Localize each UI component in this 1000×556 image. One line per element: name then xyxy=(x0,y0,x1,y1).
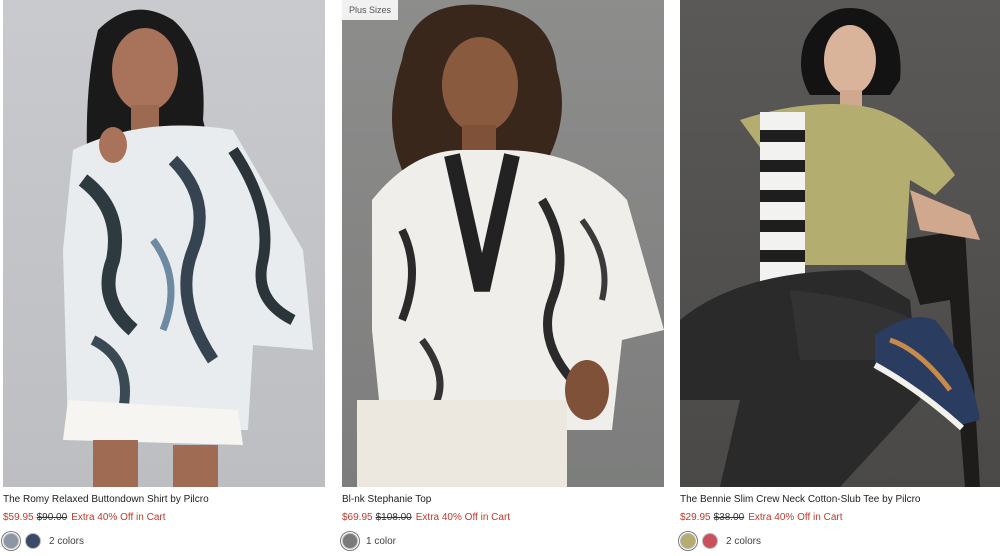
product-title[interactable]: The Romy Relaxed Buttondown Shirt by Pil… xyxy=(3,494,209,505)
product-image[interactable] xyxy=(3,0,325,487)
product-card[interactable]: The Romy Relaxed Buttondown Shirt by Pil… xyxy=(3,0,325,549)
product-price: $59.95 $90.00 Extra 40% Off in Cart xyxy=(3,512,165,523)
color-swatches: 2 colors xyxy=(3,532,84,550)
colors-count: 2 colors xyxy=(49,535,85,547)
colors-count: 2 colors xyxy=(726,535,762,547)
product-grid: The Romy Relaxed Buttondown Shirt by Pil… xyxy=(0,0,1000,556)
promo-text: Extra 40% Off in Cart xyxy=(71,512,166,523)
product-image[interactable]: Plus Sizes xyxy=(342,0,664,487)
original-price: $108.00 xyxy=(375,512,412,523)
original-price: $90.00 xyxy=(36,512,68,523)
color-swatch[interactable] xyxy=(680,533,696,549)
sale-price: $59.95 xyxy=(3,512,34,523)
product-image[interactable] xyxy=(680,0,1000,487)
color-swatches: 1 color xyxy=(342,532,396,550)
product-price: $29.95 $38.00 Extra 40% Off in Cart xyxy=(680,512,842,523)
model-photo xyxy=(680,8,980,487)
sale-price: $69.95 xyxy=(342,512,373,523)
product-card[interactable]: The Bennie Slim Crew Neck Cotton-Slub Te… xyxy=(680,0,1000,549)
sale-price: $29.95 xyxy=(680,512,711,523)
product-title[interactable]: The Bennie Slim Crew Neck Cotton-Slub Te… xyxy=(680,494,920,505)
product-card[interactable]: Plus Sizes Bl-nk Stephanie Top $69.95 $10… xyxy=(342,0,664,549)
color-swatch[interactable] xyxy=(25,533,41,549)
model-photo xyxy=(357,4,664,487)
color-swatch[interactable] xyxy=(342,533,358,549)
product-title[interactable]: Bl-nk Stephanie Top xyxy=(342,494,431,505)
original-price: $38.00 xyxy=(713,512,745,523)
promo-text: Extra 40% Off in Cart xyxy=(415,512,511,523)
product-price: $69.95 $108.00 Extra 40% Off in Cart xyxy=(342,512,510,523)
color-swatch[interactable] xyxy=(3,533,19,549)
color-swatch[interactable] xyxy=(702,533,718,549)
color-swatches: 2 colors xyxy=(680,532,761,550)
colors-count: 1 color xyxy=(366,535,397,547)
model-photo xyxy=(63,9,313,487)
plus-sizes-badge: Plus Sizes xyxy=(342,0,399,20)
promo-text: Extra 40% Off in Cart xyxy=(748,512,843,523)
